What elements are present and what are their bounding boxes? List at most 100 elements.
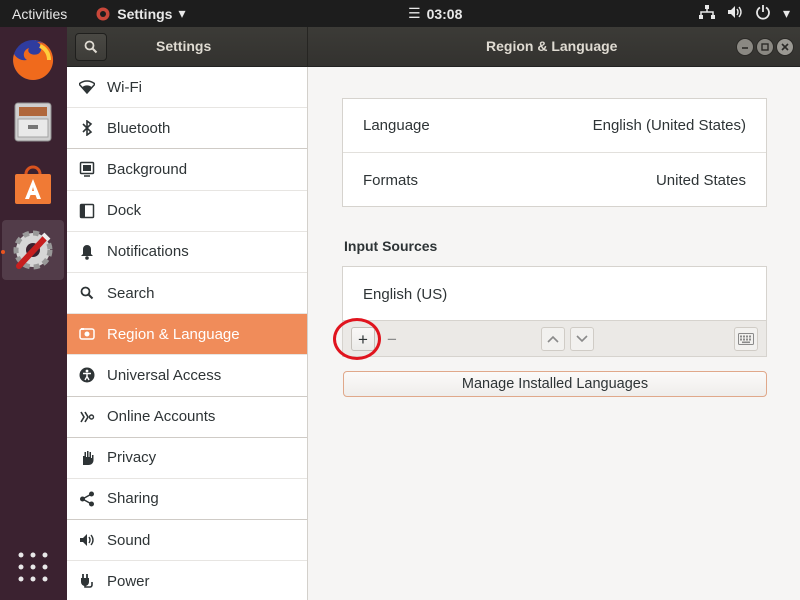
- keyboard-layout-button[interactable]: [734, 327, 758, 351]
- region-icon: [79, 326, 95, 342]
- language-formats-card: Language English (United States) Formats…: [342, 98, 767, 207]
- sidebar-item-label: Online Accounts: [107, 408, 216, 426]
- firefox-icon: [13, 39, 54, 80]
- sidebar-item-label: Dock: [107, 202, 142, 220]
- sidebar-item-label: Region & Language: [107, 325, 240, 343]
- search-icon: [79, 285, 95, 301]
- sidebar-item-region-language[interactable]: Region & Language: [67, 314, 307, 356]
- manage-installed-languages-button[interactable]: Manage Installed Languages: [343, 371, 767, 397]
- sidebar-item-dock[interactable]: Dock: [67, 191, 307, 232]
- language-value: English (United States): [592, 117, 746, 134]
- sidebar-item-notifications[interactable]: Notifications: [67, 232, 307, 273]
- input-source-item[interactable]: English (US): [343, 267, 766, 321]
- shopping-bag-icon: [15, 165, 51, 204]
- sidebar-item-sound[interactable]: Sound: [67, 520, 307, 562]
- language-label: Language: [363, 117, 430, 134]
- dock-item-files[interactable]: [2, 91, 64, 151]
- move-down-button[interactable]: [570, 327, 594, 351]
- grid-icon: [18, 552, 48, 582]
- panel-title: Region & Language: [486, 38, 618, 54]
- chevron-down-icon: [576, 335, 588, 343]
- bell-icon: [79, 244, 95, 260]
- activities-button[interactable]: Activities: [0, 6, 79, 22]
- chevron-up-icon: [547, 335, 559, 343]
- dock: [0, 27, 67, 600]
- dock-item-ubuntu-software[interactable]: [2, 154, 64, 214]
- accessibility-icon: [79, 367, 95, 383]
- input-sources-toolbar: + −: [343, 320, 766, 356]
- settings-tools-icon: [13, 230, 53, 270]
- clock[interactable]: ☰ 03:08: [408, 5, 462, 22]
- settings-sidebar: Wi-Fi Bluetooth Background Dock Notifica…: [67, 67, 308, 600]
- sidebar-item-label: Power: [107, 572, 150, 590]
- dock-item-settings[interactable]: [2, 220, 64, 280]
- chevron-down-icon[interactable]: ▾: [783, 5, 790, 22]
- app-menu-label: Settings: [117, 5, 173, 22]
- sidebar-item-label: Search: [107, 284, 155, 302]
- power-icon[interactable]: [755, 4, 771, 23]
- dock-icon: [79, 203, 95, 219]
- sidebar-item-label: Bluetooth: [107, 119, 171, 137]
- maximize-icon: [761, 43, 769, 51]
- share-icon: [79, 491, 95, 507]
- sidebar-item-label: Background: [107, 160, 188, 178]
- input-sources-list: English (US) + −: [342, 266, 767, 357]
- background-icon: [79, 161, 95, 178]
- sidebar-item-label: Universal Access: [107, 366, 222, 384]
- wifi-icon: [79, 79, 95, 95]
- show-applications-button[interactable]: [2, 537, 64, 597]
- close-icon: [781, 43, 789, 51]
- move-up-button[interactable]: [541, 327, 565, 351]
- formats-value: United States: [655, 171, 746, 189]
- running-indicator: [1, 250, 5, 254]
- sidebar-item-bluetooth[interactable]: Bluetooth: [67, 108, 307, 150]
- sidebar-header: Settings: [67, 27, 308, 67]
- sidebar-item-search[interactable]: Search: [67, 273, 307, 315]
- power-plug-icon: [79, 573, 95, 589]
- close-button[interactable]: [776, 38, 794, 56]
- sidebar-item-online-accounts[interactable]: Online Accounts: [67, 397, 307, 438]
- language-row[interactable]: Language English (United States): [343, 99, 766, 153]
- search-icon: [84, 40, 98, 54]
- input-sources-heading: Input Sources: [344, 238, 438, 254]
- top-bar: Activities Settings ▾ ☰ 03:08 ▾: [0, 0, 800, 27]
- app-menu[interactable]: Settings ▾: [95, 5, 186, 22]
- sidebar-item-background[interactable]: Background: [67, 149, 307, 191]
- file-cabinet-icon: [14, 102, 52, 142]
- network-icon[interactable]: [698, 5, 715, 22]
- sidebar-title: Settings: [156, 38, 212, 54]
- settings-app-icon: [95, 6, 111, 22]
- annotation-circle: [333, 318, 381, 360]
- sidebar-item-label: Privacy: [107, 449, 157, 467]
- sidebar-item-power[interactable]: Power: [67, 561, 307, 600]
- hand-icon: [79, 450, 95, 466]
- formats-row[interactable]: Formats United States: [343, 153, 766, 207]
- system-tray[interactable]: ▾: [698, 4, 790, 23]
- keyboard-icon: [738, 333, 754, 345]
- online-accounts-icon: [79, 409, 95, 425]
- window-controls: [736, 38, 794, 56]
- speaker-icon: [79, 532, 95, 548]
- clock-time: 03:08: [426, 5, 463, 22]
- maximize-button[interactable]: [756, 38, 774, 56]
- sidebar-item-privacy[interactable]: Privacy: [67, 438, 307, 479]
- sidebar-item-label: Notifications: [107, 243, 189, 261]
- dock-item-firefox[interactable]: [2, 30, 64, 90]
- volume-icon[interactable]: [727, 5, 743, 22]
- sidebar-item-label: Sharing: [107, 490, 159, 508]
- remove-input-source-button[interactable]: −: [380, 327, 404, 351]
- bluetooth-icon: [79, 120, 95, 137]
- sidebar-item-sharing[interactable]: Sharing: [67, 479, 307, 521]
- minimize-button[interactable]: [736, 38, 754, 56]
- settings-window: Settings Region & Language Wi-Fi Bluetoo…: [67, 27, 800, 600]
- input-source-label: English (US): [363, 285, 448, 303]
- sidebar-item-wifi[interactable]: Wi-Fi: [67, 67, 307, 109]
- header-bar: Settings Region & Language: [67, 27, 800, 67]
- minimize-icon: [742, 47, 748, 49]
- formats-label: Formats: [363, 171, 419, 189]
- sidebar-item-label: Sound: [107, 531, 151, 549]
- sidebar-item-universal-access[interactable]: Universal Access: [67, 355, 307, 397]
- sidebar-item-label: Wi-Fi: [107, 78, 142, 96]
- calendar-menu-icon: ☰: [408, 5, 421, 21]
- search-button[interactable]: [75, 33, 107, 61]
